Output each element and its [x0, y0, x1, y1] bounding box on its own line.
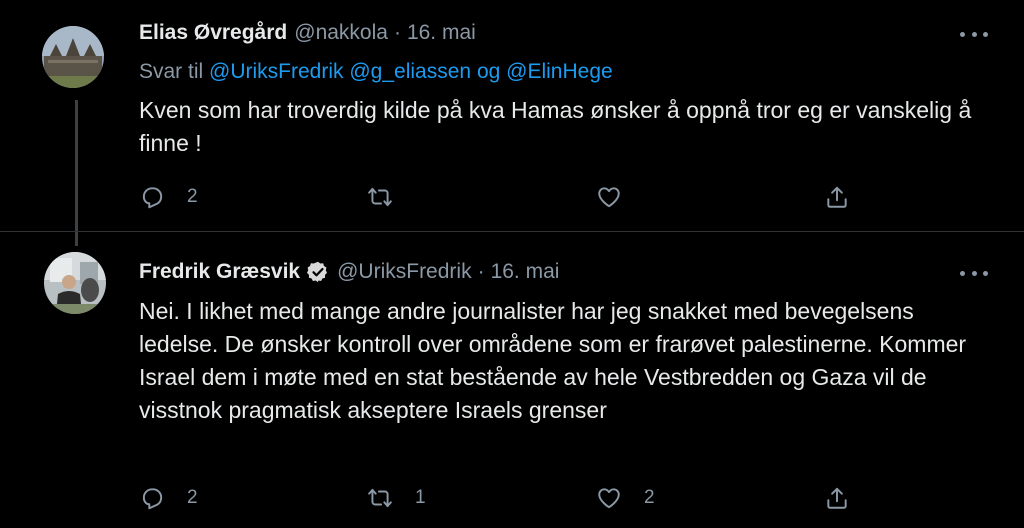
reply-button[interactable]: 2 — [139, 483, 198, 513]
reply-count: 2 — [187, 487, 198, 508]
tweet-header: Fredrik Græsvik @UriksFredrik · 16. mai — [139, 257, 559, 287]
reply-icon — [142, 488, 163, 510]
retweet-count: 1 — [415, 487, 426, 508]
like-icon — [598, 488, 620, 509]
more-options-icon[interactable] — [960, 263, 988, 283]
author-handle[interactable]: @UriksFredrik — [337, 260, 471, 284]
tweet-text: Nei. I likhet med mange andre journalist… — [139, 298, 967, 423]
like-count: 2 — [644, 487, 655, 508]
verified-badge-icon — [307, 261, 328, 283]
share-button[interactable] — [824, 483, 850, 513]
timeline: Elias Øvregård @nakkola · 16. mai Svar t… — [0, 0, 1024, 528]
like-button[interactable]: 2 — [596, 483, 655, 513]
share-icon — [827, 487, 847, 509]
author-name[interactable]: Fredrik Græsvik — [139, 260, 300, 284]
retweet-icon — [368, 488, 392, 508]
separator-dot: · — [477, 260, 485, 283]
avatar-image — [44, 252, 106, 314]
tweet-fredrik[interactable]: Fredrik Græsvik @UriksFredrik · 16. mai … — [0, 0, 1024, 528]
avatar-fredrik[interactable] — [44, 252, 106, 314]
tweet-actions: 2 1 2 — [139, 483, 859, 513]
tweet-date[interactable]: 16. mai — [491, 260, 560, 284]
retweet-button[interactable]: 1 — [367, 483, 426, 513]
